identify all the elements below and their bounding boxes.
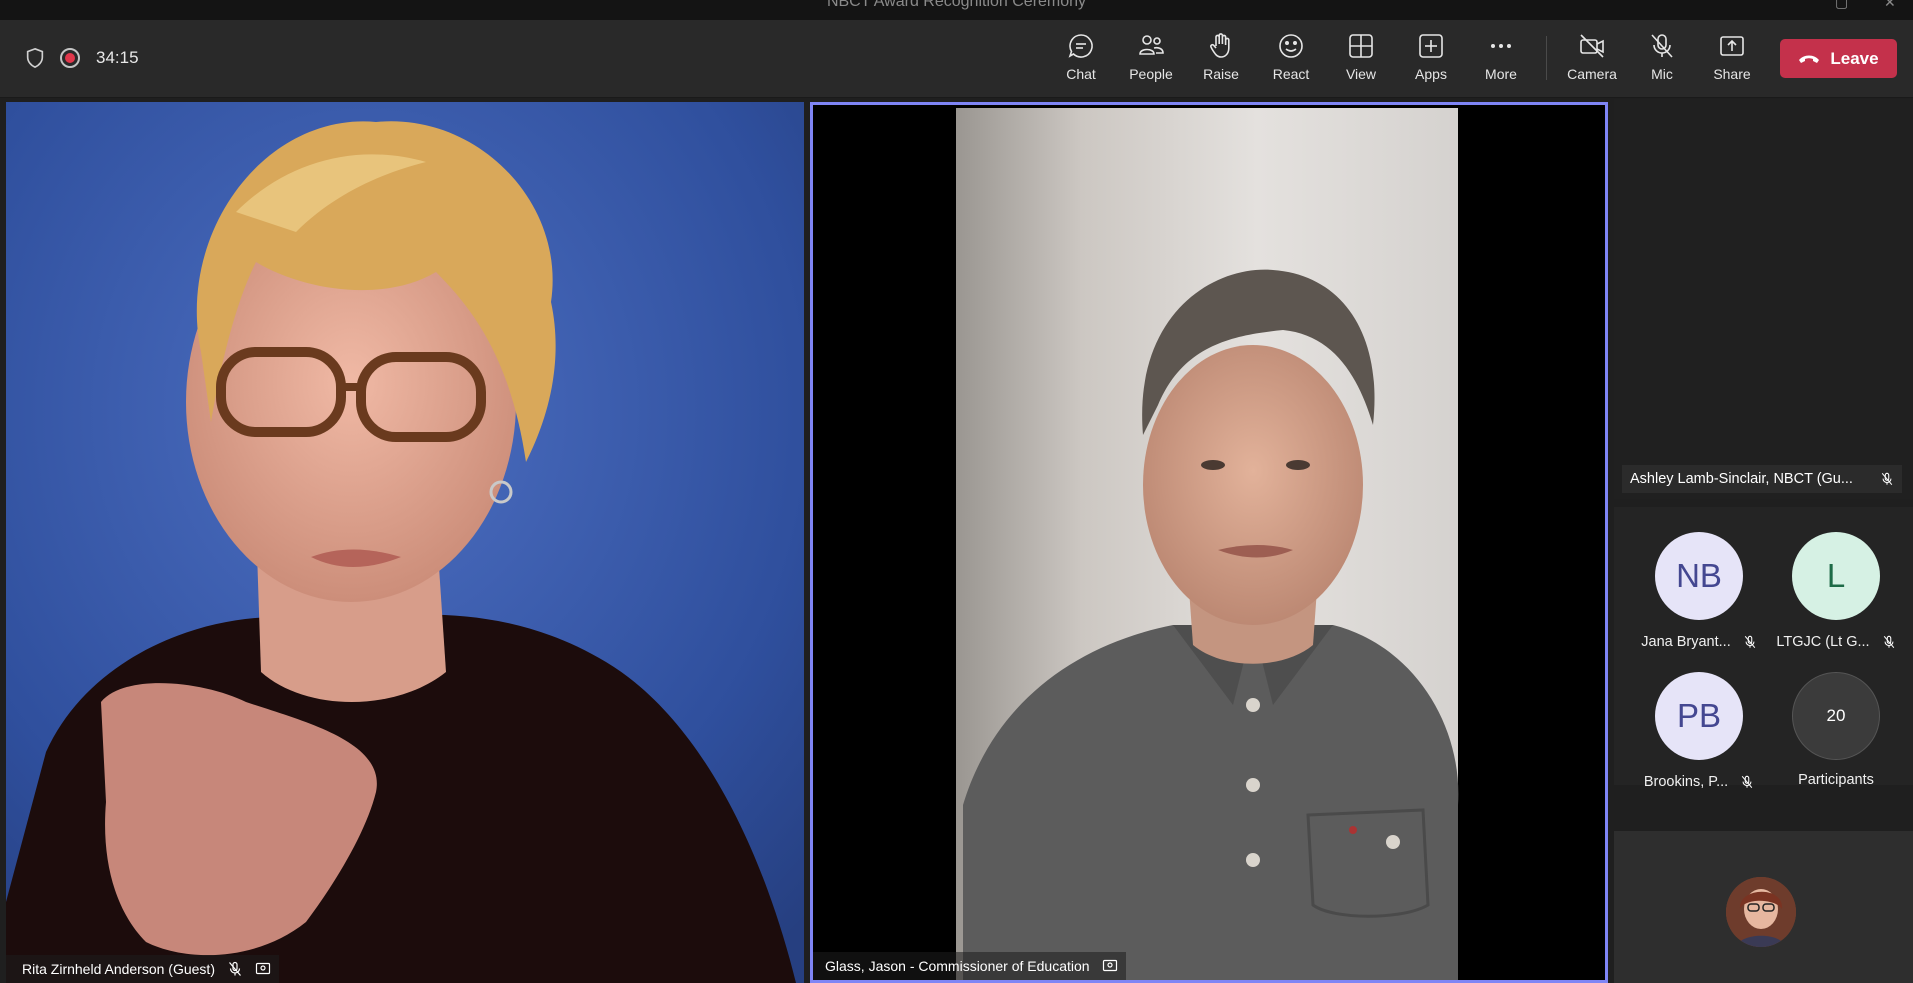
smiley-icon [1279,34,1303,58]
mic-muted-icon [1883,635,1894,649]
participant-cell[interactable]: NB Jana Bryant... [1634,532,1764,650]
avatar: NB [1655,532,1743,620]
participant-name-row: Brookins, P... [1634,774,1764,790]
people-button[interactable]: People [1119,32,1183,90]
camera-button[interactable]: Camera [1560,32,1624,90]
apps-button[interactable]: Apps [1399,32,1463,90]
mic-muted-icon [1881,472,1893,486]
participant-tile-left[interactable]: Rita Zirnheld Anderson (Guest) [6,102,804,983]
avatar: PB [1655,672,1743,760]
participant-rail: Ashley Lamb-Sinclair, NBCT (Gu... NB Jan… [1614,99,1913,983]
camera-label: Camera [1567,66,1617,82]
share-label: Share [1713,66,1751,82]
content-share-icon [255,962,271,975]
speaker-video-rail[interactable] [1614,99,1913,499]
leave-button[interactable]: Leave [1780,39,1897,78]
participant-name-left: Rita Zirnheld Anderson (Guest) [22,961,215,977]
participant-count: 20 [1792,672,1880,760]
raise-hand-icon [1210,33,1230,58]
mic-button[interactable]: Mic [1630,32,1694,90]
content-share-icon [1102,959,1117,972]
camera-off-icon [1580,34,1604,58]
title-bar: NBCT Award Recognition Ceremony ▢ ✕ [0,0,1913,20]
mic-muted-icon [229,961,241,976]
speaker-name: Ashley Lamb-Sinclair, NBCT (Gu... [1630,471,1853,487]
toolbar-divider [1546,36,1547,80]
grid-view-icon [1349,34,1373,58]
shield-icon[interactable] [24,47,46,69]
participant-name-center: Glass, Jason - Commissioner of Education [825,958,1090,974]
more-label: More [1485,66,1517,82]
mic-muted-icon [1741,775,1753,789]
apps-plus-icon [1419,34,1443,58]
people-label: People [1129,66,1173,82]
meeting-toolbar: 34:15 Chat People Raise React View Apps … [0,20,1913,98]
avatar: L [1792,532,1880,620]
video-stage: Rita Zirnheld Anderson (Guest) Glass, Ja… [0,99,1913,983]
more-button[interactable]: More [1469,32,1533,90]
close-window-icon[interactable]: ✕ [1884,0,1896,11]
popout-icon[interactable]: ▢ [1835,0,1848,11]
recording-icon [60,48,80,68]
meeting-title: NBCT Award Recognition Ceremony [826,0,1087,10]
participant-name-tag: Rita Zirnheld Anderson (Guest) [6,955,279,983]
people-icon [1139,35,1164,55]
self-view[interactable] [1614,831,1913,983]
share-button[interactable]: Share [1700,32,1764,90]
react-button[interactable]: React [1259,32,1323,90]
raise-label: Raise [1203,66,1239,82]
view-label: View [1345,66,1377,82]
participant-name-row: LTGJC (Lt G... [1771,634,1901,650]
more-dots-icon [1491,44,1511,48]
mic-muted-icon [1744,635,1755,649]
participant-tile-center[interactable]: Glass, Jason - Commissioner of Education [810,102,1608,983]
self-avatar [1726,877,1796,947]
mic-label: Mic [1651,66,1673,82]
apps-label: Apps [1415,66,1447,82]
participant-name: Brookins, P... [1643,774,1729,790]
raise-hand-button[interactable]: Raise [1189,32,1253,90]
participant-video-center [813,105,1605,980]
participant-name-tag: Glass, Jason - Commissioner of Education [813,952,1126,980]
hang-up-icon [1799,55,1820,63]
participants-overflow-button[interactable]: 20 Participants [1771,672,1901,788]
participant-name: LTGJC (Lt G... [1776,634,1870,650]
speaker-name-tag: Ashley Lamb-Sinclair, NBCT (Gu... [1622,465,1902,493]
mic-muted-icon [1651,34,1673,58]
share-icon [1720,36,1744,56]
leave-label: Leave [1830,48,1879,68]
react-label: React [1272,66,1310,82]
participant-name-row: Jana Bryant... [1634,634,1764,650]
chat-button[interactable]: Chat [1049,32,1113,90]
participants-label-row: Participants [1771,772,1901,788]
participant-cell[interactable]: L LTGJC (Lt G... [1771,532,1901,650]
participant-cell[interactable]: PB Brookins, P... [1634,672,1764,790]
participant-name: Jana Bryant... [1641,634,1731,650]
participant-gallery: NB Jana Bryant... L LTGJC (Lt G... PB Br… [1614,507,1913,790]
meeting-timer: 34:15 [96,48,139,67]
participants-label: Participants [1798,772,1874,788]
view-button[interactable]: View [1329,32,1393,90]
chat-label: Chat [1066,66,1096,82]
chat-icon [1068,34,1093,58]
participant-video-left [6,102,804,983]
meeting-status: 34:15 [24,47,139,69]
